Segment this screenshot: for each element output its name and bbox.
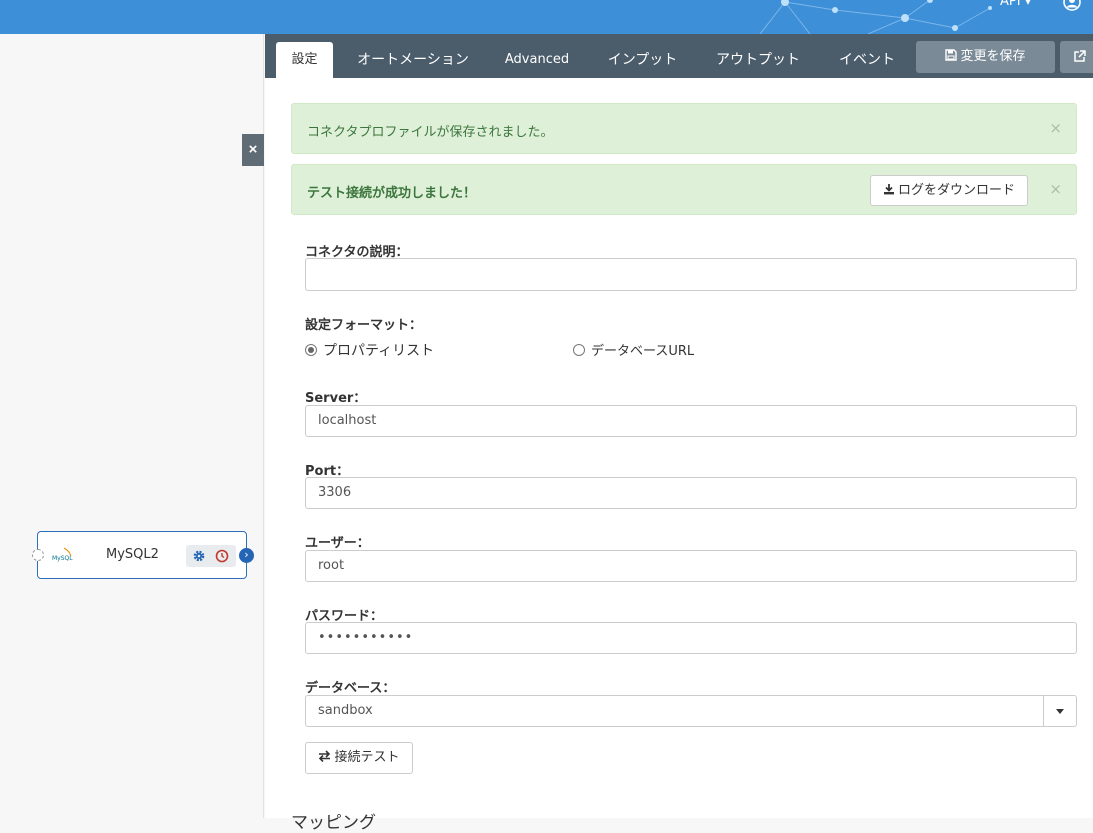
chevron-down-icon[interactable]: [1043, 695, 1077, 727]
mysql-logo-icon: MySQL: [52, 547, 73, 562]
gear-icon[interactable]: [192, 549, 206, 563]
user-label: ユーザー：: [305, 536, 370, 551]
format-option-label: データベースURL: [591, 344, 695, 359]
clock-icon[interactable]: [215, 549, 229, 563]
saved-alert-message: コネクタプロファイルが保存されました。: [307, 125, 554, 140]
database-label: データベース：: [305, 681, 396, 696]
tab-automation[interactable]: オートメーション: [350, 42, 476, 78]
download-icon: [883, 184, 894, 195]
tab-event[interactable]: イベント: [827, 42, 907, 78]
input-port-icon[interactable]: [32, 549, 44, 561]
format-radio-database-url[interactable]: データベースURL: [573, 340, 694, 359]
download-log-button[interactable]: ログをダウンロード: [870, 175, 1028, 206]
close-icon[interactable]: ×: [1049, 119, 1062, 137]
server-label: Server：: [305, 391, 367, 406]
format-option-label: プロパティリスト: [323, 343, 435, 359]
test-connection-label: 接続テスト: [334, 750, 400, 765]
password-input[interactable]: •••••••••••: [305, 622, 1077, 654]
radio-selected-icon: [305, 344, 317, 356]
save-changes-button[interactable]: 変更を保存: [916, 41, 1055, 73]
database-select[interactable]: sandbox: [305, 695, 1077, 727]
exchange-icon: [319, 750, 331, 763]
settings-panel: 設定 オートメーション Advanced インプット アウトプット イベント 変…: [265, 34, 1093, 833]
close-panel-button[interactable]: ×: [242, 134, 264, 166]
mapping-section-title: マッピング: [291, 813, 376, 833]
test-connection-button[interactable]: 接続テスト: [305, 742, 413, 774]
api-menu[interactable]: API ▾: [1000, 0, 1031, 9]
tab-input[interactable]: インプット: [595, 42, 690, 78]
saved-alert: コネクタプロファイルが保存されました。 ×: [291, 103, 1077, 154]
external-link-icon: [1074, 50, 1086, 62]
test-success-message: テスト接続が成功しました！: [307, 186, 477, 201]
save-changes-label: 変更を保存: [960, 49, 1026, 64]
close-icon[interactable]: ×: [1049, 180, 1062, 198]
flow-canvas: × MySQL MySQL2 ›: [0, 34, 264, 818]
download-log-label: ログをダウンロード: [897, 183, 1015, 198]
format-radio-property-list[interactable]: プロパティリスト: [305, 340, 434, 360]
output-port-chevron-icon[interactable]: ›: [239, 548, 254, 563]
floppy-disk-icon: [945, 49, 958, 61]
port-input[interactable]: 3306: [305, 477, 1077, 509]
description-textarea[interactable]: [305, 258, 1077, 291]
node-actions: [186, 545, 236, 567]
radio-unselected-icon: [573, 344, 585, 356]
tab-bar: 設定 オートメーション Advanced インプット アウトプット イベント 変…: [265, 34, 1093, 78]
node-name: MySQL2: [106, 547, 159, 562]
top-navbar: API ▾: [0, 0, 1093, 34]
connector-node-mysql[interactable]: MySQL MySQL2 ›: [32, 531, 254, 579]
format-label: 設定フォーマット：: [305, 318, 423, 333]
server-input[interactable]: localhost: [305, 405, 1077, 437]
user-account-icon[interactable]: [1063, 0, 1081, 11]
user-input[interactable]: root: [305, 550, 1077, 582]
network-graphic: [759, 0, 992, 34]
test-success-alert: テスト接続が成功しました！ ログをダウンロード ×: [291, 164, 1077, 215]
tab-output[interactable]: アウトプット: [707, 42, 809, 78]
tab-advanced[interactable]: Advanced: [495, 42, 579, 78]
tab-settings[interactable]: 設定: [276, 42, 333, 78]
mysql-logo-text: MySQL: [52, 555, 73, 562]
open-external-button[interactable]: [1060, 41, 1093, 73]
